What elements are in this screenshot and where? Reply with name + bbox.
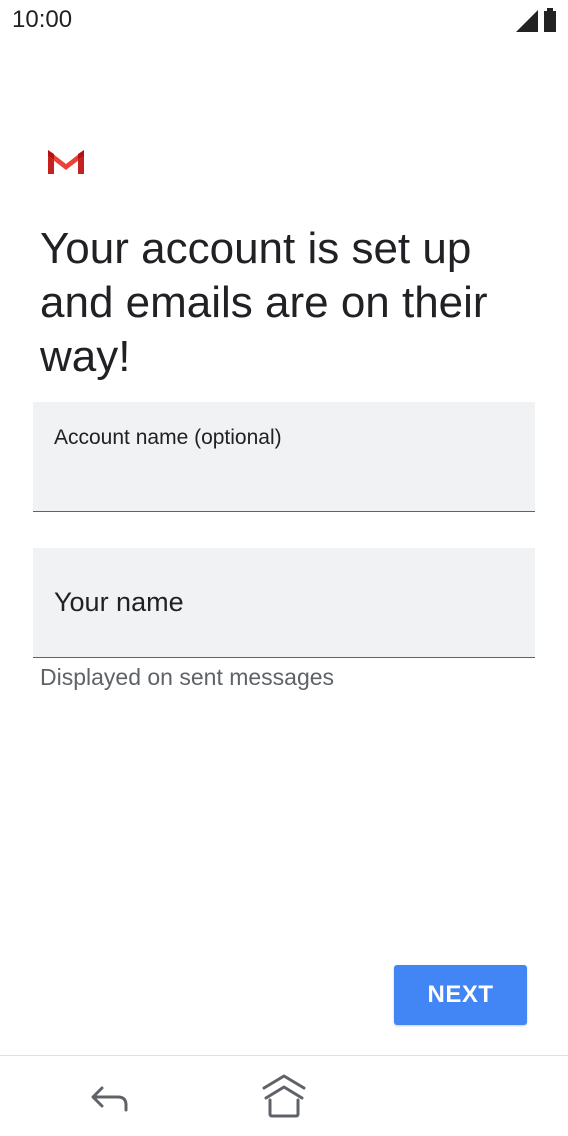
setup-heading: Your account is set up and emails are on… [40,224,488,381]
status-bar: 10:00 [0,0,568,44]
account-name-label: Account name (optional) [54,426,282,449]
signal-icon [516,10,538,32]
your-name-input[interactable] [54,584,514,620]
status-time: 10:00 [12,6,73,33]
account-name-input[interactable] [54,462,518,500]
account-name-field[interactable]: Account name (optional) [33,402,535,512]
next-button[interactable]: NEXT [394,965,527,1025]
your-name-field[interactable] [33,548,535,658]
battery-icon [544,8,556,32]
back-icon[interactable] [86,1078,136,1118]
status-icons [516,8,556,32]
home-icon[interactable] [256,1072,312,1120]
gmail-logo [48,150,84,174]
navigation-bar [0,1055,568,1136]
your-name-helper: Displayed on sent messages [40,664,335,690]
setup-screen: 10:00 Your account is set up and emails … [0,0,568,1136]
